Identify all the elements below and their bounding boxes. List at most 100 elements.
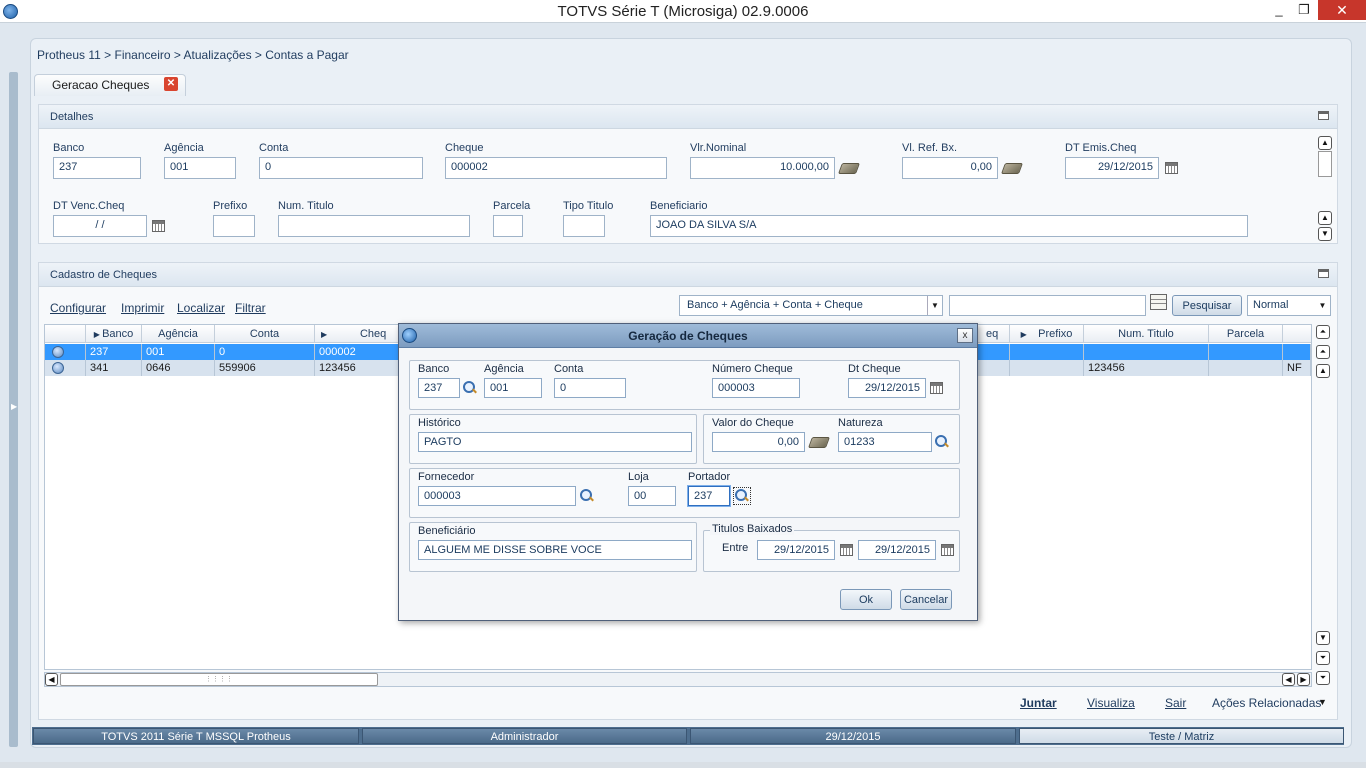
dt-emis-field[interactable]: 29/12/2015 bbox=[1065, 157, 1159, 179]
status-system: TOTVS 2011 Série T MSSQL Protheus bbox=[33, 728, 359, 744]
num-titulo-field[interactable] bbox=[278, 215, 470, 237]
horizontal-scroll-thumb[interactable]: ⋮⋮⋮⋮ bbox=[60, 673, 378, 686]
prefixo-field[interactable] bbox=[213, 215, 255, 237]
beneficiario-field[interactable]: JOAO DA SILVA S/A bbox=[650, 215, 1248, 237]
imprimir-link[interactable]: Imprimir bbox=[121, 301, 164, 315]
num-titulo-label: Num. Titulo bbox=[278, 200, 334, 212]
col-cheque-right[interactable]: eq bbox=[978, 325, 1010, 343]
scroll-up-icon[interactable]: ▲ bbox=[1318, 211, 1332, 225]
col-prefixo[interactable]: ▶ Prefixo bbox=[1010, 325, 1084, 343]
tipo-titulo-field[interactable] bbox=[563, 215, 605, 237]
calendar-icon[interactable] bbox=[930, 382, 943, 394]
visualiza-button[interactable]: Visualiza bbox=[1087, 696, 1135, 710]
agencia-field[interactable]: 001 bbox=[164, 157, 236, 179]
dlg-historico-field[interactable]: PAGTO bbox=[418, 432, 692, 452]
calendar-icon[interactable] bbox=[1165, 162, 1178, 174]
collapse-cadastro-icon[interactable] bbox=[1318, 269, 1329, 278]
notepad-icon[interactable] bbox=[1150, 294, 1167, 310]
search-input[interactable] bbox=[949, 295, 1146, 316]
juntar-button[interactable]: Juntar bbox=[1020, 696, 1057, 710]
search-icon[interactable] bbox=[463, 381, 477, 395]
banco-field[interactable]: 237 bbox=[53, 157, 141, 179]
calendar-icon[interactable] bbox=[840, 544, 853, 556]
cell-cheque: 123456 bbox=[315, 360, 399, 376]
vl-ref-bx-field[interactable]: 0,00 bbox=[902, 157, 998, 179]
configurar-link[interactable]: Configurar bbox=[50, 301, 106, 315]
dlg-agencia-field[interactable]: 001 bbox=[484, 378, 542, 398]
sair-button[interactable]: Sair bbox=[1165, 696, 1186, 710]
cancel-button[interactable]: Cancelar bbox=[900, 589, 952, 610]
search-icon[interactable] bbox=[733, 487, 751, 505]
scroll-top-icon[interactable]: ⏶ bbox=[1316, 325, 1330, 339]
calendar-icon[interactable] bbox=[152, 220, 165, 232]
index-select[interactable]: Banco + Agência + Conta + Cheque bbox=[679, 295, 943, 316]
col-parcela[interactable]: Parcela bbox=[1209, 325, 1283, 343]
chevron-down-icon[interactable]: ▼ bbox=[1318, 697, 1327, 707]
restore-button[interactable]: ❐ bbox=[1290, 0, 1318, 20]
col-prefixo-label: Prefixo bbox=[1038, 328, 1073, 340]
localizar-link[interactable]: Localizar bbox=[177, 301, 225, 315]
collapse-detalhes-icon[interactable] bbox=[1318, 111, 1329, 120]
col-conta[interactable]: Conta bbox=[215, 325, 315, 343]
filtrar-link[interactable]: Filtrar bbox=[235, 301, 266, 315]
acoes-relacionadas-button[interactable]: Ações Relacionadas bbox=[1212, 696, 1321, 710]
calendar-icon[interactable] bbox=[941, 544, 954, 556]
dlg-valor-field[interactable]: 0,00 bbox=[712, 432, 805, 452]
dialog-close-button[interactable]: x bbox=[957, 328, 973, 343]
minimize-button[interactable]: _ bbox=[1265, 0, 1293, 20]
scroll-left-icon[interactable]: ◀ bbox=[45, 673, 58, 686]
scroll-up-icon[interactable]: ▲ bbox=[1318, 136, 1332, 150]
dlg-conta-field[interactable]: 0 bbox=[554, 378, 626, 398]
dlg-fornecedor-field[interactable]: 000003 bbox=[418, 486, 576, 506]
dlg-numero-cheque-label: Número Cheque bbox=[712, 363, 793, 375]
status-company: Teste / Matriz bbox=[1019, 728, 1344, 744]
dlg-natureza-field[interactable]: 01233 bbox=[838, 432, 932, 452]
dlg-historico-label: Histórico bbox=[418, 417, 461, 429]
tab-close-icon[interactable]: ✕ bbox=[164, 77, 178, 91]
col-cheque[interactable]: ▶ Cheq bbox=[315, 325, 399, 343]
scroll-page-up-icon[interactable]: ⏶ bbox=[1316, 345, 1330, 359]
vlr-nominal-field[interactable]: 10.000,00 bbox=[690, 157, 835, 179]
status-dot-icon bbox=[52, 362, 64, 374]
dlg-date-to-field[interactable]: 29/12/2015 bbox=[858, 540, 936, 560]
dlg-conta-label: Conta bbox=[554, 363, 584, 375]
col-num-titulo[interactable]: Num. Titulo bbox=[1084, 325, 1209, 343]
cadastro-header bbox=[39, 263, 1337, 287]
cell-parcela bbox=[1209, 344, 1283, 360]
dlg-portador-field[interactable]: 237 bbox=[688, 486, 730, 506]
scroll-thumb[interactable] bbox=[1318, 151, 1332, 177]
parcela-field[interactable] bbox=[493, 215, 523, 237]
scroll-bottom-icon[interactable]: ⏷ bbox=[1316, 671, 1330, 685]
chevron-down-icon[interactable]: ▼ bbox=[1315, 296, 1330, 315]
beneficiario-label: Beneficiario bbox=[650, 200, 708, 212]
conta-field[interactable]: 0 bbox=[259, 157, 423, 179]
dlg-entre-label: Entre bbox=[722, 542, 749, 554]
col-agencia[interactable]: Agência bbox=[142, 325, 215, 343]
chevron-down-icon[interactable]: ▼ bbox=[927, 296, 942, 315]
close-window-button[interactable]: ✕ bbox=[1318, 0, 1366, 20]
dlg-numero-cheque-field[interactable]: 000003 bbox=[712, 378, 800, 398]
search-icon[interactable] bbox=[580, 489, 594, 503]
ok-button[interactable]: Ok bbox=[840, 589, 892, 610]
cheque-field[interactable]: 000002 bbox=[445, 157, 667, 179]
dlg-dt-cheque-field[interactable]: 29/12/2015 bbox=[848, 378, 926, 398]
scroll-right-icon[interactable]: ▶ bbox=[1297, 673, 1310, 686]
dlg-beneficiario-field[interactable]: ALGUEM ME DISSE SOBRE VOCE bbox=[418, 540, 692, 560]
dlg-loja-field[interactable]: 00 bbox=[628, 486, 676, 506]
dlg-date-from-field[interactable]: 29/12/2015 bbox=[757, 540, 835, 560]
dt-venc-field[interactable]: / / bbox=[53, 215, 147, 237]
scroll-down-icon[interactable]: ▼ bbox=[1318, 227, 1332, 241]
detalhes-header bbox=[39, 105, 1337, 129]
col-status bbox=[45, 325, 86, 343]
cell-tipo: NF bbox=[1283, 360, 1311, 376]
search-icon[interactable] bbox=[935, 435, 949, 449]
scroll-left-icon[interactable]: ◀ bbox=[1282, 673, 1295, 686]
cell-cheque: 000002 bbox=[315, 344, 399, 360]
pesquisar-button[interactable]: Pesquisar bbox=[1172, 295, 1242, 316]
scroll-page-down-icon[interactable]: ⏷ bbox=[1316, 651, 1330, 665]
scroll-up-icon[interactable]: ▲ bbox=[1316, 364, 1330, 378]
scroll-down-icon[interactable]: ▼ bbox=[1316, 631, 1330, 645]
cell-banco: 237 bbox=[86, 344, 142, 360]
dlg-banco-field[interactable]: 237 bbox=[418, 378, 460, 398]
col-banco[interactable]: ▶ Banco bbox=[86, 325, 142, 343]
